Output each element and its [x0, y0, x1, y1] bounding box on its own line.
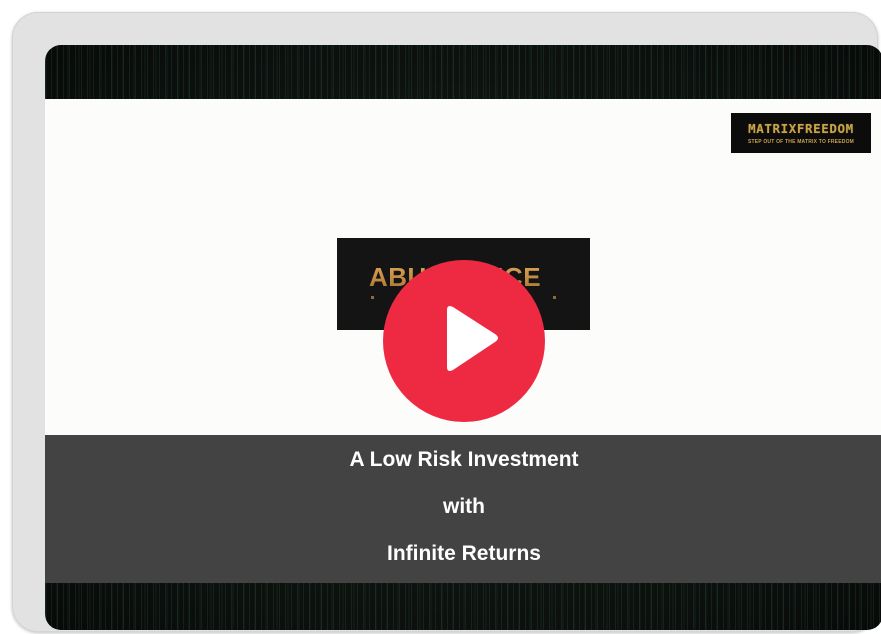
- tablet-frame: MATRIXFREEDOM STEP OUT OF THE MATRIX TO …: [12, 12, 881, 632]
- video-player[interactable]: MATRIXFREEDOM STEP OUT OF THE MATRIX TO …: [45, 45, 881, 630]
- caption-line-2: with: [443, 494, 485, 518]
- play-button[interactable]: [383, 260, 545, 422]
- brand-tagline: STEP OUT OF THE MATRIX TO FREEDOM: [747, 139, 855, 145]
- matrixfreedom-logo: MATRIXFREEDOM STEP OUT OF THE MATRIX TO …: [731, 113, 871, 153]
- play-icon: [447, 306, 498, 371]
- caption-line-1: A Low Risk Investment: [349, 448, 579, 472]
- caption-line-3: Infinite Returns: [386, 541, 541, 565]
- video-caption: A Low Risk Investment with Infinite Retu…: [45, 435, 881, 583]
- brand-name: MATRIXFREEDOM: [748, 121, 854, 136]
